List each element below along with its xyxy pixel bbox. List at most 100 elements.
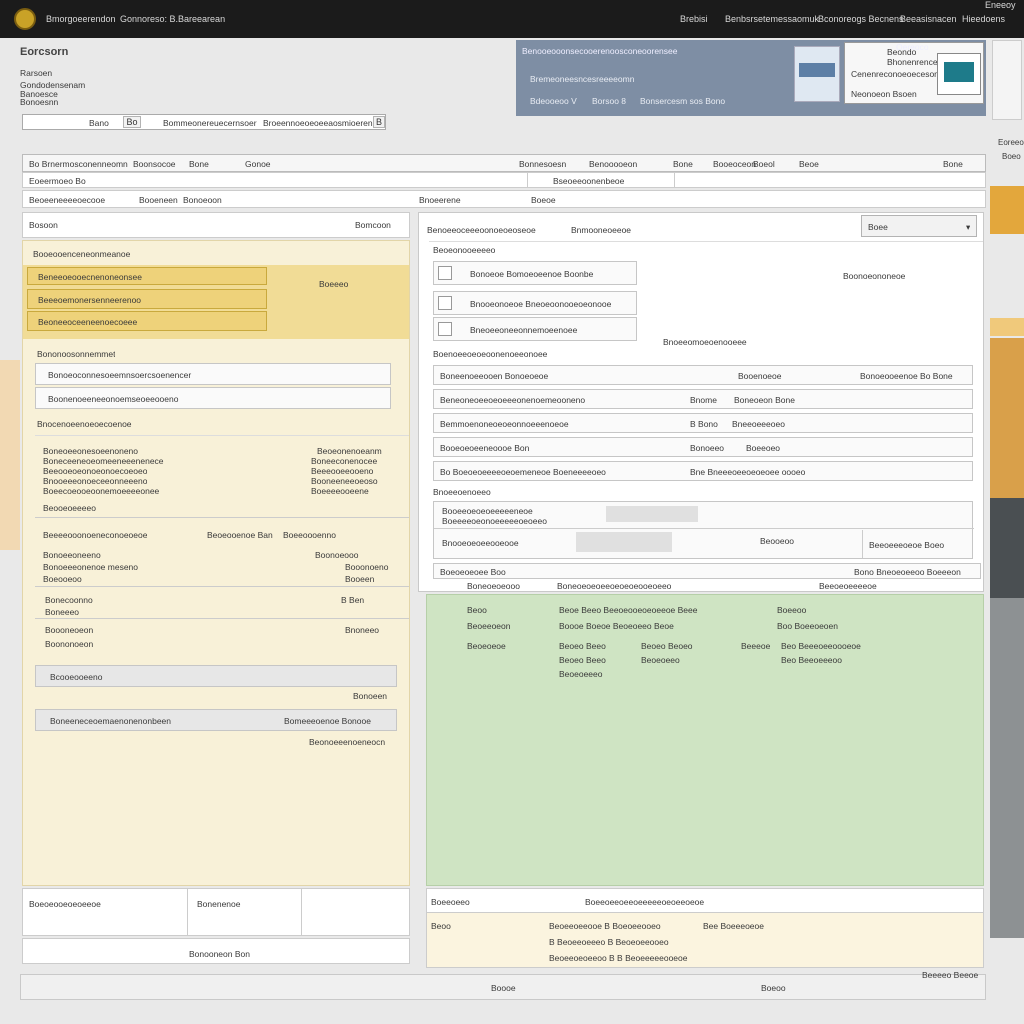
col-8[interactable]: Booeoceon <box>713 159 756 169</box>
grid-corner: Bone <box>943 159 963 169</box>
pair2-a: Boooneoeon <box>45 625 94 635</box>
right-row-2[interactable]: Beneoneoeeoeoeeeonenoemeooneno Bnome Bon… <box>433 389 973 409</box>
filter-select[interactable]: Bommeonereuecernsoer <box>163 118 257 128</box>
detail-b-2: Boneeconenocee <box>311 456 378 466</box>
status-bar: Boooe Boeoo <box>20 974 986 1000</box>
right-row-3[interactable]: Bemmoenoneoeoeonnoeeenoeoe B Bono Bneeoe… <box>433 413 973 433</box>
tab-5[interactable]: Boeoe <box>531 195 556 205</box>
green-r3-c4: Beeeoe <box>741 641 771 651</box>
gold-item-1[interactable]: Beneeoeooecnenoneonsee <box>27 267 267 285</box>
rail-accent-strip[interactable] <box>990 318 1024 336</box>
col-9[interactable]: Boeol <box>753 159 775 169</box>
detail-a-3: Beeooeoeonoeonoecoeoeo <box>43 466 148 476</box>
banner-line-3c: Bonsercesm sos Bono <box>640 96 726 106</box>
brand-line-1: Rarsoen <box>20 68 53 78</box>
filter-mid-button[interactable]: Bo <box>123 116 141 128</box>
right-row-4-c: Boeeoeo <box>746 443 781 453</box>
menu-item-5[interactable]: Hieedoens <box>962 14 1005 24</box>
col-5[interactable]: Bonnesoesn <box>519 159 566 169</box>
tab-1[interactable]: Beoeeneeeeoecooe <box>29 195 105 205</box>
menu-item-1[interactable]: Brebisi <box>680 14 708 24</box>
banner-thumbnail[interactable] <box>794 46 840 102</box>
filter-bar: Bano Bo Bommeonereuecernsoer Broeennoeoe… <box>22 114 386 130</box>
footer-field-b[interactable]: Bonenenoe <box>197 899 241 909</box>
mid-a-1: Beeeeooonoeneconoeoeoe <box>43 530 148 540</box>
bottom-right-field[interactable]: Boeeoeeoeeoeeeeeoeoeeoeoe <box>585 897 704 907</box>
col-7[interactable]: Bone <box>673 159 693 169</box>
menu-item-4[interactable]: Beeasisnacen <box>900 14 957 24</box>
gold-list: Beneeoeooecnenoneonsee Beeeoemonersennee… <box>23 265 409 339</box>
tab-4[interactable]: Bnoeerene <box>419 195 461 205</box>
pair-block-2: Boooneoeon Bnoneeo Boononoeon <box>35 621 409 653</box>
footer-field-c[interactable]: Bonooneon Bon <box>189 949 250 959</box>
green-r2-c2: Boooe Boeoe Beoeoeeo Beoe <box>559 621 674 631</box>
col-10[interactable]: Beoe <box>799 159 819 169</box>
green-r4-c2: Beoeo Beeo <box>559 655 606 665</box>
col-6[interactable]: Benooooeon <box>589 159 637 169</box>
rail-grey-block[interactable] <box>990 598 1024 938</box>
bottom-line-b: Beoeeoeeooe B Boeoeeooeo <box>549 921 661 931</box>
rail-accent-panel[interactable] <box>990 338 1024 498</box>
col-3[interactable]: Bone <box>189 159 209 169</box>
col-2[interactable]: Boonsocoe <box>133 159 176 169</box>
right-row-4-b: Bonoeeo <box>690 443 725 453</box>
banner-line-2: Bremeoneesncesreeeeomn <box>530 74 635 84</box>
sub-heading: Beooeoeeeeo <box>43 503 96 513</box>
menu-item-2[interactable]: Benbsrsetemessaomuk <box>725 14 819 24</box>
detail-b-1: Beoeonenoeanm <box>317 446 382 456</box>
mid-a-4: Boeooeoo <box>43 574 82 584</box>
info-banner: Benooeooonsecooerenoosconeoorensee Breme… <box>516 40 986 116</box>
left-edge-accent <box>0 360 20 550</box>
list-box-1[interactable]: Bonoeoconnesoeemnsoercsoenencer <box>35 363 391 385</box>
title-bar: Bmorgoeerendon Gonnoreso: B.Bareearean B… <box>0 0 1024 38</box>
rail-dark-block[interactable] <box>990 498 1024 598</box>
grid-tab-row: Beoeeneeeeoecooe Booeneen Bonoeoon Bnoee… <box>22 190 986 208</box>
choice-1[interactable]: Bonoeoe Bomoeoeenoe Boonbe <box>433 261 637 285</box>
action-bar-2-right: Bomeeeoenoe Bonooe <box>284 716 371 726</box>
right-row-5[interactable]: Bo Boeoeoeeeeoeoemeneoe Boeneeeeoeo Bne … <box>433 461 973 481</box>
right-row-1[interactable]: Boneenoeeooen Bonoeoeoe Booenoeoe Bonoeo… <box>433 365 973 385</box>
col-1[interactable]: Bo Brnermosconenneomn <box>29 159 128 169</box>
list-box-2[interactable]: Boonenoeeneeonoemseoeeooeno <box>35 387 391 409</box>
group-row-3-a: Bnooeoeoeeooeooe <box>442 538 519 548</box>
filter-go-button[interactable]: B <box>373 116 385 128</box>
group-field-1[interactable] <box>606 506 698 522</box>
gold-item-3[interactable]: Beoneeoceeneenoecoeee <box>27 311 267 331</box>
right-row-4[interactable]: Booeoeoeeneoooe Bon Bonoeeo Boeeoeo <box>433 437 973 457</box>
right-select-value: Boee <box>868 222 888 232</box>
checkbox-icon <box>438 322 452 336</box>
right-footer-a: Boeoeoeoee Boo <box>440 567 506 577</box>
right-header-strip <box>992 40 1022 120</box>
right-footer-c: Bono Bneoeoeeoo Boeeeon <box>854 567 961 577</box>
filter-field[interactable]: Broeennoeoeoeeaosmioerenere <box>263 118 385 128</box>
gold-item-2[interactable]: Beeeoemonersenneerenoo <box>27 289 267 309</box>
right-heading: Benoeeoceeeoonoeoeoseoe <box>427 225 536 235</box>
filter-input[interactable]: Bano <box>89 118 109 128</box>
choice-2[interactable]: Bnooeonoeoe Bneoeoonooeoeonooe <box>433 291 637 315</box>
right-select[interactable]: Boee ▾ <box>861 215 977 237</box>
green-r4-c3: Beoeoeeo <box>641 655 680 665</box>
group-row-3-c: Beeoeeeoeoe Boeo <box>869 540 945 550</box>
choice-3[interactable]: Bneoeeoneeonnemoeenoee <box>433 317 637 341</box>
left-panel-header: Bosoon Bomcoon <box>22 212 410 238</box>
menu-item-3[interactable]: Bconoreogs Becnens <box>818 14 904 24</box>
green-r1-c3: Boeeoo <box>777 605 807 615</box>
group-row-1: Booeeoeoeoeeeeeneoe <box>442 506 533 516</box>
right-label: Boenoeeoeoeoonenoeeonoee <box>433 349 548 359</box>
detail-a-2: Boneceeneoeomeeneeenenece <box>43 456 164 466</box>
tab-3[interactable]: Bonoeoon <box>183 195 222 205</box>
detail-b-5: Boeeeeooeene <box>311 486 369 496</box>
banner-title: Benooeooonsecooerenoosconeoorensee <box>522 46 678 56</box>
right-row-2-c: Boneoeon Bone <box>734 395 795 405</box>
col-4[interactable]: Gonoe <box>245 159 271 169</box>
action-bar-2[interactable]: Boneeneceoemaenonenonbeen Bomeeeoenoe Bo… <box>35 709 397 731</box>
detail-a-4: Bnooeeeonoeceeonneeeno <box>43 476 148 486</box>
right-footer2-b: Beeoeoeeeeoe <box>819 581 877 591</box>
group-field-2[interactable] <box>576 532 672 552</box>
action-bar-1[interactable]: Bcooeooeeno <box>35 665 397 687</box>
footer-field-a[interactable]: Boeoeooeoeoeeoe <box>29 899 101 909</box>
right-footer-row[interactable]: Boeoeoeoee Boo Bono Bneoeoeeoo Boeeeon <box>433 563 981 579</box>
tab-2[interactable]: Booeneen <box>139 195 178 205</box>
rail-accent-block[interactable] <box>990 186 1024 234</box>
right-section: Beoeonooeeeeo <box>433 245 496 255</box>
